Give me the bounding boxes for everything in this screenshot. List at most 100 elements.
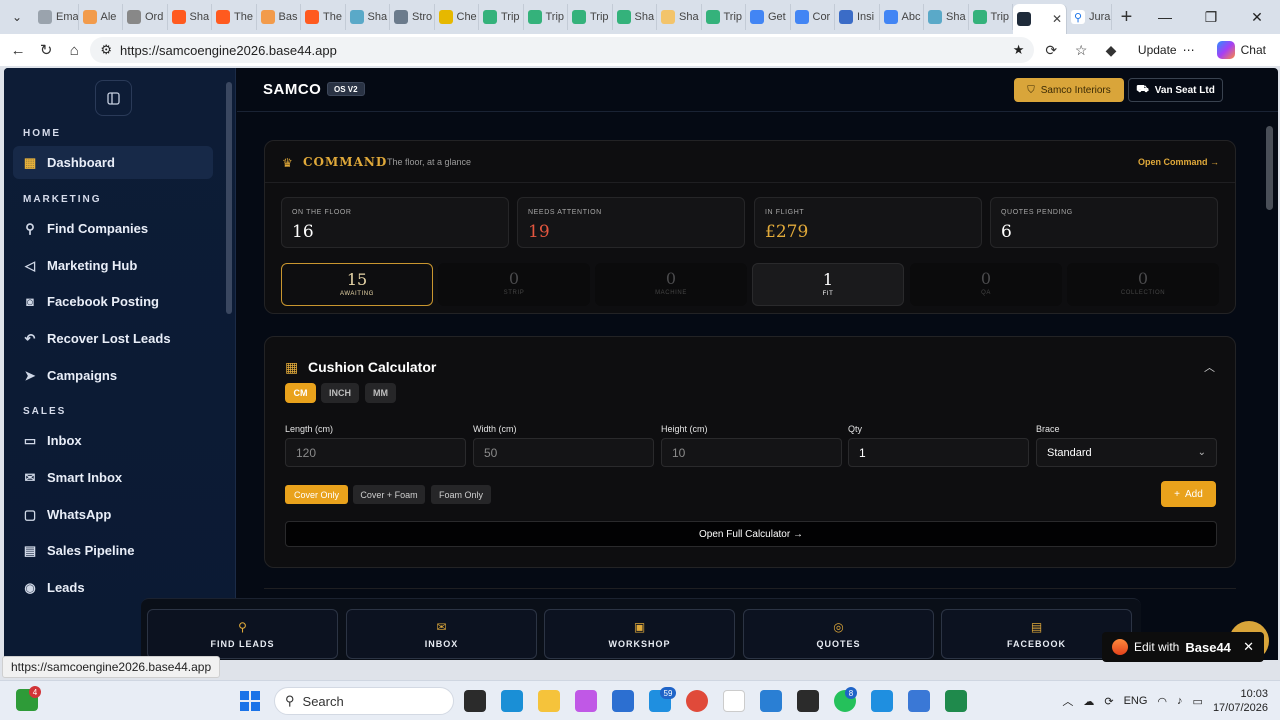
open-command-link[interactable]: Open Command → bbox=[1138, 157, 1219, 167]
sidebar-item-campaigns[interactable]: ➤ Campaigns bbox=[13, 359, 213, 392]
width-field[interactable]: 50 bbox=[473, 438, 654, 467]
browser-tab[interactable]: Insi bbox=[835, 4, 880, 30]
restore-button[interactable]: ❐ bbox=[1188, 0, 1234, 34]
stage-qa[interactable]: 0 QA bbox=[910, 263, 1062, 306]
sidebar-collapse-button[interactable] bbox=[95, 80, 132, 116]
home-button[interactable]: ⌂ bbox=[62, 36, 86, 64]
edge-icon[interactable] bbox=[501, 690, 523, 712]
outlook-icon[interactable] bbox=[612, 690, 634, 712]
add-button[interactable]: + Add bbox=[1161, 481, 1216, 507]
browser-tab[interactable]: The bbox=[212, 4, 257, 30]
qty-field[interactable]: 1 bbox=[848, 438, 1029, 467]
browser-tab[interactable]: The bbox=[301, 4, 346, 30]
quick-inbox-button[interactable]: ✉ INBOX bbox=[346, 609, 537, 659]
browser-tab[interactable]: Trip bbox=[702, 4, 746, 30]
main-scrollbar[interactable] bbox=[1266, 126, 1273, 210]
sidebar-item-whatsapp[interactable]: ▢ WhatsApp bbox=[13, 498, 213, 531]
unit-cm-button[interactable]: CM bbox=[285, 383, 316, 403]
site-info-icon[interactable]: ⚙ bbox=[100, 42, 112, 58]
sidebar-item-find-companies[interactable]: ⚲ Find Companies bbox=[13, 212, 213, 245]
chevron-up-icon[interactable]: ︿ bbox=[1062, 693, 1073, 709]
sidebar-item-inbox[interactable]: ▭ Inbox bbox=[13, 424, 213, 457]
terminal-icon[interactable] bbox=[797, 690, 819, 712]
browser-tab[interactable]: Che bbox=[435, 4, 479, 30]
url-field[interactable]: ⚙ https://samcoengine2026.base44.app ★ bbox=[90, 37, 1035, 63]
battery-icon[interactable]: ▭ bbox=[1193, 695, 1203, 708]
unit-inch-button[interactable]: INCH bbox=[321, 383, 359, 403]
mode-foam-only-button[interactable]: Foam Only bbox=[431, 485, 491, 504]
sidebar-item-sales-pipeline[interactable]: ▤ Sales Pipeline bbox=[13, 534, 213, 567]
browser-tab[interactable]: Trip bbox=[568, 4, 613, 30]
browser-tab[interactable]: Trip bbox=[479, 4, 524, 30]
photos-icon[interactable] bbox=[871, 690, 893, 712]
browser-tab[interactable]: Trip bbox=[969, 4, 1013, 30]
browser-tab[interactable]: Sha bbox=[613, 4, 657, 30]
quick-quotes-button[interactable]: ◎ QUOTES bbox=[743, 609, 934, 659]
unit-mm-button[interactable]: MM bbox=[365, 383, 396, 403]
browser-tab[interactable]: ⚲ Jura bbox=[1067, 4, 1112, 30]
copilot-chat-button[interactable]: Chat bbox=[1209, 37, 1274, 63]
browser-tab-active[interactable]: ✕ bbox=[1013, 4, 1067, 34]
mode-cover-only-button[interactable]: Cover Only bbox=[285, 485, 348, 504]
length-field[interactable]: 120 bbox=[285, 438, 466, 467]
quick-find-leads-button[interactable]: ⚲ FIND LEADS bbox=[147, 609, 338, 659]
browser-tab[interactable]: Trip bbox=[524, 4, 568, 30]
back-button[interactable]: ← bbox=[6, 36, 30, 64]
excel-icon[interactable] bbox=[945, 690, 967, 712]
sidebar-item-facebook-posting[interactable]: ◙ Facebook Posting bbox=[13, 285, 213, 318]
favorites-icon[interactable]: ☆ bbox=[1068, 36, 1094, 64]
browser-tab[interactable]: Sha bbox=[346, 4, 390, 30]
mode-cover-foam-button[interactable]: Cover + Foam bbox=[353, 485, 425, 504]
browser-tab[interactable]: Ord bbox=[123, 4, 168, 30]
browser-tab[interactable]: Sha bbox=[657, 4, 702, 30]
sync-icon[interactable]: ⟳ bbox=[1104, 695, 1113, 708]
open-full-calculator-button[interactable]: Open Full Calculator → bbox=[285, 521, 1217, 547]
height-field[interactable]: 10 bbox=[661, 438, 842, 467]
sidebar-item-dashboard[interactable]: ▦ Dashboard bbox=[13, 146, 213, 179]
tab-list-dropdown[interactable]: ⌄ bbox=[0, 0, 34, 34]
stage-strip[interactable]: 0 STRIP bbox=[438, 263, 590, 306]
close-window-button[interactable]: ✕ bbox=[1234, 0, 1280, 34]
stage-machine[interactable]: 0 MACHINE bbox=[595, 263, 747, 306]
browser-tab[interactable]: Ema bbox=[34, 4, 79, 30]
quick-workshop-button[interactable]: ▣ WORKSHOP bbox=[544, 609, 735, 659]
windows-start-icon[interactable] bbox=[240, 691, 260, 711]
stat-card[interactable]: ON THE FLOOR 16 bbox=[281, 197, 509, 248]
stat-card[interactable]: NEEDS ATTENTION 19 bbox=[517, 197, 745, 248]
notepad-icon[interactable] bbox=[908, 690, 930, 712]
file-explorer-icon[interactable] bbox=[538, 690, 560, 712]
stage-fit[interactable]: 1 FIT bbox=[752, 263, 904, 306]
taskbar-search[interactable]: ⚲ Search bbox=[274, 687, 454, 715]
browser-tab[interactable]: Bas bbox=[257, 4, 301, 30]
sidebar-item-marketing-hub[interactable]: ◁ Marketing Hub bbox=[13, 249, 213, 282]
sidebar-item-recover-lost-leads[interactable]: ↶ Recover Lost Leads bbox=[13, 322, 213, 355]
samco-interiors-button[interactable]: ⛉ Samco Interiors bbox=[1014, 78, 1124, 102]
language-indicator[interactable]: ENG bbox=[1124, 695, 1148, 707]
chrome-icon[interactable] bbox=[686, 690, 708, 712]
vscode-icon[interactable] bbox=[760, 690, 782, 712]
stat-card[interactable]: IN FLIGHT £279 bbox=[754, 197, 982, 248]
stage-awaiting[interactable]: 15 AWAITING bbox=[281, 263, 433, 306]
stat-card[interactable]: QUOTES PENDING 6 bbox=[990, 197, 1218, 248]
volume-icon[interactable]: ♪ bbox=[1177, 695, 1183, 707]
clock[interactable]: 10:03 17/07/2026 bbox=[1213, 687, 1268, 715]
close-tab-icon[interactable]: ✕ bbox=[1052, 12, 1062, 26]
reload-button[interactable]: ↻ bbox=[34, 36, 58, 64]
stage-collection[interactable]: 0 COLLECTION bbox=[1067, 263, 1219, 306]
browser-tab[interactable]: Cor bbox=[791, 4, 835, 30]
close-icon[interactable]: ✕ bbox=[1243, 639, 1254, 655]
browser-tab[interactable]: Abc bbox=[880, 4, 924, 30]
profile-icon[interactable]: ◆ bbox=[1098, 36, 1124, 64]
browser-tab[interactable]: Sha bbox=[168, 4, 212, 30]
van-seat-button[interactable]: ⛟ Van Seat Ltd bbox=[1128, 78, 1223, 102]
sidebar-scrollbar[interactable] bbox=[226, 82, 232, 314]
cloud-icon[interactable]: ☁ bbox=[1083, 695, 1094, 708]
favorite-star-icon[interactable]: ★ bbox=[1013, 42, 1025, 58]
browser-tab[interactable]: Stro bbox=[390, 4, 435, 30]
extensions-icon[interactable]: ⟳ bbox=[1038, 36, 1064, 64]
new-tab-button[interactable]: + bbox=[1112, 2, 1142, 32]
brace-select[interactable]: Standard ⌄ bbox=[1036, 438, 1217, 467]
sidebar-item-smart-inbox[interactable]: ✉ Smart Inbox bbox=[13, 461, 213, 494]
browser-tab[interactable]: Get bbox=[746, 4, 791, 30]
task-view-icon[interactable] bbox=[464, 690, 486, 712]
